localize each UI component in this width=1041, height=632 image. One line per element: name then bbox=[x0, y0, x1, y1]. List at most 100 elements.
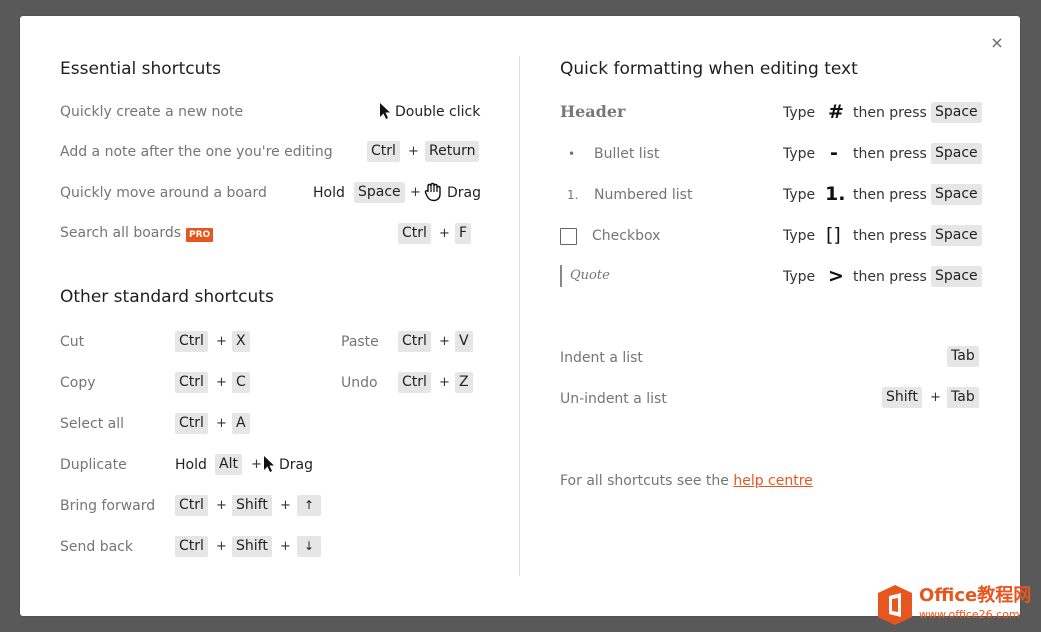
type-text: Type bbox=[783, 269, 816, 285]
key-z: Z bbox=[455, 372, 473, 393]
essential-shortcuts-title: Essential shortcuts bbox=[60, 59, 221, 79]
key-c: C bbox=[232, 372, 250, 393]
type-text: Type bbox=[783, 228, 816, 244]
select-all-label: Select all bbox=[60, 416, 124, 432]
dash-symbol: - bbox=[830, 142, 838, 164]
hold-text: Hold bbox=[313, 185, 345, 201]
bullet-marker: • bbox=[568, 147, 576, 161]
key-return: Return bbox=[425, 141, 480, 162]
plus-sign: + bbox=[216, 334, 227, 349]
key-ctrl: Ctrl bbox=[175, 536, 208, 557]
numbered-list-example: Numbered list bbox=[594, 187, 693, 203]
key-alt: Alt bbox=[215, 454, 242, 475]
key-tab: Tab bbox=[947, 346, 979, 367]
brackets-symbol: [] bbox=[826, 224, 841, 246]
help-centre-link[interactable]: help centre bbox=[733, 473, 812, 489]
then-press-text: then press bbox=[853, 146, 927, 162]
add-note-after-label: Add a note after the one you're editing bbox=[60, 144, 333, 160]
then-press-text: then press bbox=[853, 187, 927, 203]
key-v: V bbox=[455, 331, 473, 352]
cursor-arrow-icon bbox=[380, 103, 390, 119]
key-ctrl: Ctrl bbox=[398, 331, 431, 352]
plus-sign: + bbox=[216, 416, 227, 431]
key-a: A bbox=[232, 413, 250, 434]
pro-badge: PRO bbox=[186, 228, 214, 242]
key-shift: Shift bbox=[232, 495, 272, 516]
plus-sign: + bbox=[408, 144, 419, 159]
key-shift: Shift bbox=[232, 536, 272, 557]
office-logo-icon bbox=[878, 585, 912, 625]
plus-sign: + bbox=[439, 226, 450, 241]
quote-bar bbox=[560, 265, 562, 287]
close-icon[interactable]: × bbox=[986, 32, 1008, 54]
key-ctrl: Ctrl bbox=[175, 413, 208, 434]
checkbox-example: Checkbox bbox=[592, 228, 661, 244]
then-press-text: then press bbox=[853, 269, 927, 285]
key-arrow-down: ↓ bbox=[297, 536, 322, 557]
other-shortcuts-title: Other standard shortcuts bbox=[60, 287, 274, 307]
type-text: Type bbox=[783, 187, 816, 203]
duplicate-label: Duplicate bbox=[60, 457, 127, 473]
key-space: Space bbox=[931, 184, 982, 205]
hold-text: Hold bbox=[175, 457, 207, 473]
number-marker: 1. bbox=[567, 188, 579, 202]
header-example: Header bbox=[560, 102, 626, 121]
then-press-text: then press bbox=[853, 105, 927, 121]
key-ctrl: Ctrl bbox=[398, 372, 431, 393]
cursor-arrow-icon bbox=[264, 456, 274, 472]
plus-sign: + bbox=[439, 375, 450, 390]
type-text: Type bbox=[783, 146, 816, 162]
key-ctrl: Ctrl bbox=[367, 141, 400, 162]
watermark: Office教程网 www.office26.com bbox=[877, 582, 1035, 628]
key-shift: Shift bbox=[882, 387, 922, 408]
create-note-label: Quickly create a new note bbox=[60, 104, 244, 120]
key-x: X bbox=[232, 331, 250, 352]
quote-example: Quote bbox=[570, 268, 610, 283]
key-space: Space bbox=[931, 225, 982, 246]
bring-forward-label: Bring forward bbox=[60, 498, 156, 514]
double-click-text: Double click bbox=[395, 104, 481, 120]
checkbox-icon bbox=[560, 228, 577, 245]
hash-symbol: # bbox=[828, 101, 844, 123]
plus-sign: + bbox=[930, 390, 941, 405]
search-boards-label: Search all boards bbox=[60, 225, 182, 241]
plus-sign: + bbox=[280, 498, 291, 513]
type-text: Type bbox=[783, 105, 816, 121]
column-divider bbox=[519, 56, 520, 576]
send-back-label: Send back bbox=[60, 539, 133, 555]
key-space: Space bbox=[931, 266, 982, 287]
key-ctrl: Ctrl bbox=[175, 331, 208, 352]
plus-sign: + bbox=[439, 334, 450, 349]
key-arrow-up: ↑ bbox=[297, 495, 322, 516]
plus-sign: + bbox=[280, 539, 291, 554]
then-press-text: then press bbox=[853, 228, 927, 244]
plus-sign: + bbox=[216, 539, 227, 554]
help-footer-prefix: For all shortcuts see the bbox=[560, 473, 729, 489]
one-dot-symbol: 1. bbox=[825, 183, 846, 205]
key-ctrl: Ctrl bbox=[398, 223, 431, 244]
quick-formatting-title: Quick formatting when editing text bbox=[560, 59, 858, 79]
help-footer: For all shortcuts see the help centre bbox=[560, 471, 813, 491]
key-ctrl: Ctrl bbox=[175, 495, 208, 516]
key-space: Space bbox=[354, 182, 405, 203]
plus-sign: + bbox=[216, 498, 227, 513]
undo-label: Undo bbox=[341, 375, 378, 391]
copy-label: Copy bbox=[60, 375, 96, 391]
move-board-label: Quickly move around a board bbox=[60, 185, 267, 201]
plus-sign: + bbox=[251, 457, 262, 472]
watermark-url: www.office26.com bbox=[919, 608, 1020, 621]
plus-sign: + bbox=[216, 375, 227, 390]
hand-grab-icon bbox=[424, 182, 441, 202]
unindent-list-label: Un-indent a list bbox=[560, 391, 667, 407]
bullet-list-example: Bullet list bbox=[594, 146, 660, 162]
drag-text: Drag bbox=[447, 185, 482, 201]
greater-than-symbol: > bbox=[828, 265, 844, 287]
key-f: F bbox=[455, 223, 472, 244]
key-ctrl: Ctrl bbox=[175, 372, 208, 393]
key-tab: Tab bbox=[947, 387, 979, 408]
plus-sign: + bbox=[410, 185, 421, 200]
key-space: Space bbox=[931, 102, 982, 123]
indent-list-label: Indent a list bbox=[560, 350, 643, 366]
key-space: Space bbox=[931, 143, 982, 164]
shortcuts-modal: × Essential shortcuts Quickly create a n… bbox=[20, 16, 1020, 616]
